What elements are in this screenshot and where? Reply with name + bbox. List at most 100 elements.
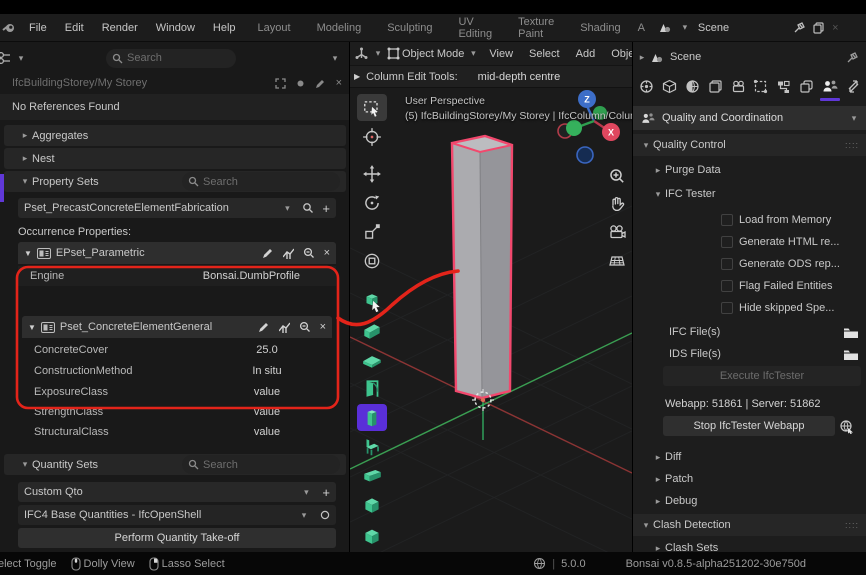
select-icon[interactable] bbox=[296, 79, 305, 88]
pset-template-selector[interactable]: Pset_PrecastConcreteElementFabrication ▾… bbox=[18, 198, 336, 218]
editor-type-icon[interactable] bbox=[0, 51, 14, 65]
tab-collection-icon[interactable] bbox=[753, 79, 768, 94]
edit-pset-icon[interactable] bbox=[258, 321, 270, 333]
zoom-pset-icon[interactable] bbox=[303, 247, 315, 259]
menu-select[interactable]: Select bbox=[522, 48, 567, 60]
edit-pset-icon[interactable] bbox=[262, 247, 274, 259]
viewport-3d[interactable]: Z X ▾ Object Mode ▾ View Select Add Obje… bbox=[350, 42, 632, 552]
select-box-tool[interactable] bbox=[357, 94, 387, 121]
bim-column-tool[interactable] bbox=[357, 404, 387, 431]
chevron-right-icon[interactable]: ▸ bbox=[635, 52, 649, 63]
base-quantities-selector[interactable]: IFC4 Base Quantities - IfcOpenShell ▾ bbox=[18, 505, 336, 525]
menu-edit[interactable]: Edit bbox=[56, 22, 93, 34]
bim-wall-tool[interactable] bbox=[357, 317, 387, 344]
workspace-tab-shading[interactable]: Shading bbox=[567, 22, 633, 34]
collapse-panel-icon[interactable]: ▾ bbox=[328, 53, 342, 64]
checkbox-generate-html[interactable] bbox=[721, 236, 733, 248]
quantity-takeoff-button[interactable]: Perform Quantity Take-off bbox=[18, 528, 336, 548]
panel-drag-dots-icon[interactable]: :::: bbox=[845, 520, 859, 530]
close-scene-icon[interactable]: × bbox=[832, 22, 838, 34]
disclosure-triangle-icon[interactable]: ▼ bbox=[28, 323, 36, 332]
stop-webapp-button[interactable]: Stop IfcTester Webapp bbox=[663, 416, 835, 436]
move-tool[interactable] bbox=[357, 160, 387, 187]
tab-world-icon[interactable] bbox=[685, 79, 700, 94]
add-qto-icon[interactable]: + bbox=[322, 485, 330, 500]
add-pset-icon[interactable]: + bbox=[322, 201, 330, 216]
panel-debug[interactable]: Debug bbox=[665, 495, 697, 507]
panel-purge-data[interactable]: Purge Data bbox=[665, 164, 721, 176]
search-input[interactable] bbox=[203, 459, 334, 471]
panel-property-sets[interactable]: Property Sets bbox=[32, 176, 99, 188]
panel-nest[interactable]: Nest bbox=[32, 153, 55, 165]
blender-logo-icon[interactable] bbox=[2, 22, 16, 34]
tab-output-icon[interactable] bbox=[731, 79, 746, 94]
menu-object[interactable]: Objec bbox=[604, 48, 632, 60]
zoom-icon[interactable] bbox=[608, 167, 626, 185]
prop-value[interactable]: Bonsai.DumbProfile bbox=[203, 270, 300, 282]
tab-modifiers-icon[interactable] bbox=[846, 79, 861, 94]
new-scene-icon[interactable] bbox=[812, 21, 826, 35]
close-icon[interactable]: × bbox=[336, 77, 342, 89]
chevron-down-icon[interactable]: ▾ bbox=[371, 48, 385, 59]
menu-window[interactable]: Window bbox=[147, 22, 204, 34]
search-pset-icon[interactable] bbox=[302, 202, 314, 214]
property-sets-search[interactable] bbox=[182, 172, 340, 191]
menu-view[interactable]: View bbox=[482, 48, 520, 60]
checkbox-load-from-memory[interactable] bbox=[721, 214, 733, 226]
expand-icon[interactable] bbox=[275, 78, 286, 89]
outliner-search[interactable] bbox=[106, 49, 236, 68]
workspace-tab-truncated[interactable]: A bbox=[634, 22, 649, 34]
rotate-tool[interactable] bbox=[357, 189, 387, 216]
pin-icon[interactable] bbox=[846, 51, 859, 64]
checkbox-flag-failed[interactable] bbox=[721, 280, 733, 292]
remove-pset-icon[interactable]: × bbox=[320, 321, 326, 333]
menu-add[interactable]: Add bbox=[569, 48, 603, 60]
zoom-pset-icon[interactable] bbox=[299, 321, 311, 333]
panel-clash-detection[interactable]: Clash Detection bbox=[653, 519, 731, 531]
custom-qto-selector[interactable]: Custom Qto ▾ + bbox=[18, 482, 336, 502]
chevron-down-icon[interactable]: ▾ bbox=[678, 22, 692, 33]
orthographic-grid-icon[interactable] bbox=[608, 251, 626, 269]
prop-value[interactable]: value bbox=[222, 426, 312, 438]
workspace-tab-layout[interactable]: Layout bbox=[245, 22, 304, 34]
checkbox-hide-skipped[interactable] bbox=[721, 302, 733, 314]
chevron-down-icon[interactable]: ▾ bbox=[466, 48, 480, 59]
bim-cube-tool[interactable] bbox=[357, 491, 387, 518]
radio-circle-icon[interactable] bbox=[320, 510, 330, 520]
transform-tool[interactable] bbox=[357, 247, 387, 274]
bim-explore-tool[interactable] bbox=[357, 288, 387, 315]
panel-drag-dots-icon[interactable]: :::: bbox=[845, 140, 859, 150]
webapp-globe-icon[interactable] bbox=[839, 419, 854, 434]
tool-option-value[interactable]: mid-depth centre bbox=[478, 71, 561, 83]
checkbox-generate-ods[interactable] bbox=[721, 258, 733, 270]
chevron-down-icon[interactable]: ▾ bbox=[847, 113, 861, 124]
camera-view-icon[interactable] bbox=[608, 223, 626, 241]
tab-object-icon[interactable] bbox=[799, 79, 814, 94]
panel-clash-sets[interactable]: Clash Sets bbox=[665, 542, 718, 552]
workspace-tab-texture-paint[interactable]: Texture Paint bbox=[505, 16, 567, 40]
pan-hand-icon[interactable] bbox=[608, 195, 626, 213]
panel-diff[interactable]: Diff bbox=[665, 451, 681, 463]
menu-file[interactable]: File bbox=[20, 22, 56, 34]
tab-render-icon[interactable] bbox=[639, 79, 654, 94]
prop-value[interactable]: 25.0 bbox=[222, 344, 312, 356]
panel-quality-control[interactable]: Quality Control bbox=[653, 139, 726, 151]
workspace-tab-uv-editing[interactable]: UV Editing bbox=[445, 16, 505, 40]
panel-quantity-sets[interactable]: Quantity Sets bbox=[32, 459, 98, 471]
bim-slab-tool[interactable] bbox=[357, 346, 387, 373]
prop-value[interactable]: In situ bbox=[222, 365, 312, 377]
editor-type-icon[interactable] bbox=[354, 47, 369, 60]
bim-beam-tool[interactable] bbox=[357, 462, 387, 489]
cursor-tool[interactable] bbox=[357, 123, 387, 150]
quantity-sets-search[interactable] bbox=[182, 455, 340, 474]
folder-icon[interactable] bbox=[843, 348, 859, 361]
panel-patch[interactable]: Patch bbox=[665, 473, 693, 485]
tab-tool-icon[interactable] bbox=[776, 79, 791, 94]
bim-door-tool[interactable] bbox=[357, 375, 387, 402]
chart-icon[interactable] bbox=[279, 322, 290, 333]
tab-scene-icon[interactable] bbox=[662, 79, 677, 94]
search-input[interactable] bbox=[203, 176, 334, 188]
menu-render[interactable]: Render bbox=[93, 22, 147, 34]
menu-help[interactable]: Help bbox=[204, 22, 245, 34]
bim-furniture-tool[interactable] bbox=[357, 433, 387, 460]
